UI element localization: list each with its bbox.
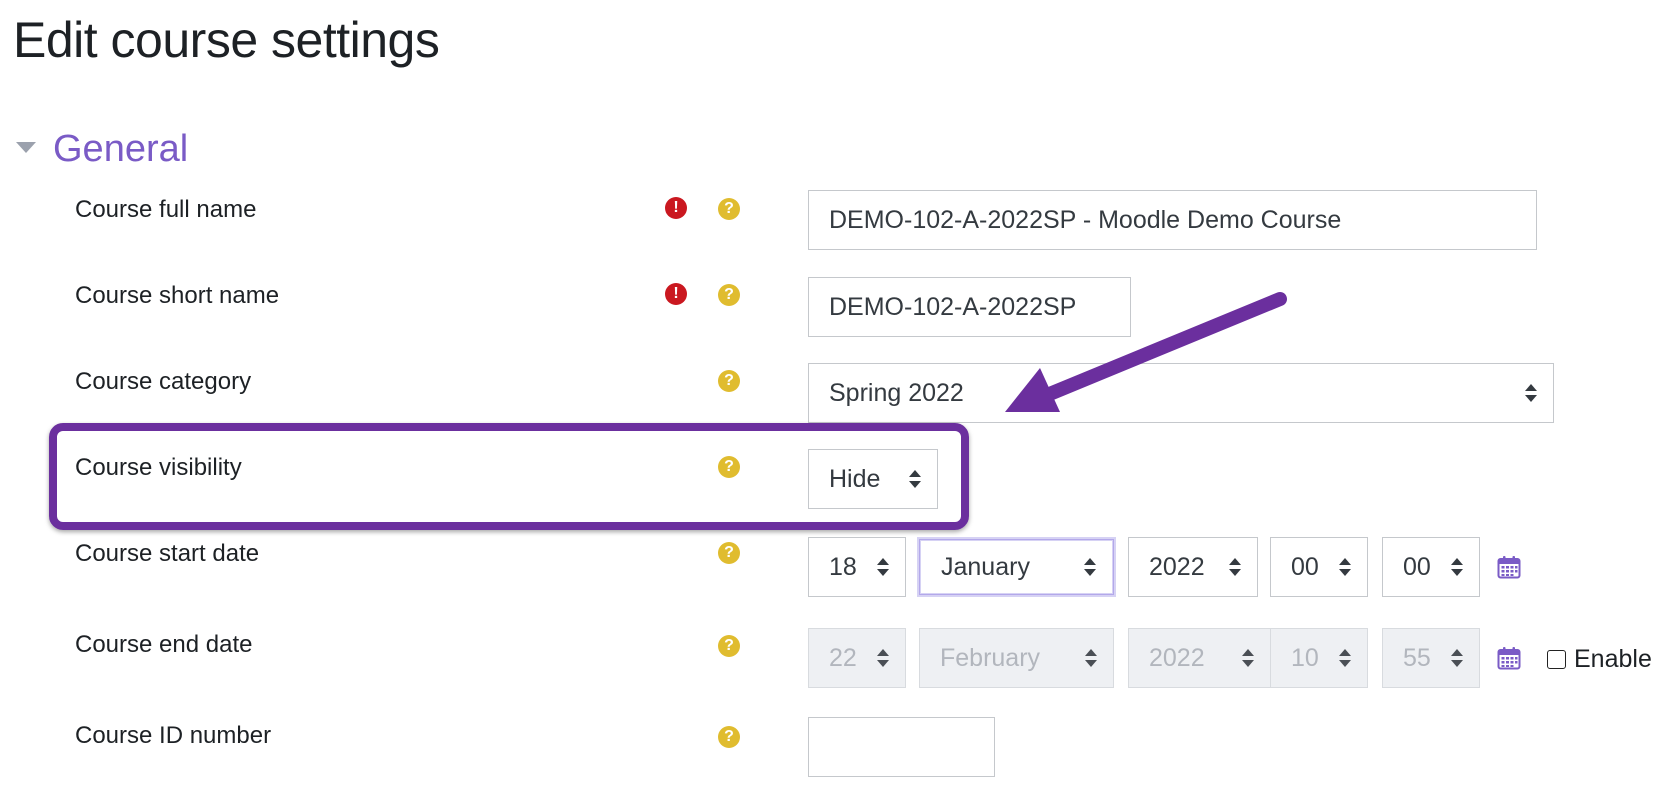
sort-arrows-icon	[1451, 649, 1463, 667]
visibility-label: Course visibility	[75, 454, 242, 481]
idnumber-label: Course ID number	[75, 722, 272, 749]
start-year-select[interactable]: 2022	[1128, 537, 1258, 597]
shortname-label: Course short name	[75, 282, 280, 309]
sort-arrows-icon	[1085, 649, 1097, 667]
visibility-select[interactable]: Hide	[808, 449, 938, 509]
start-year-value: 2022	[1149, 552, 1205, 581]
category-select[interactable]: Spring 2022	[808, 363, 1554, 423]
help-icon[interactable]: ?	[718, 456, 740, 478]
help-icon[interactable]: ?	[718, 542, 740, 564]
visibility-value: Hide	[829, 464, 881, 493]
sort-arrows-icon	[1084, 558, 1096, 576]
sort-arrows-icon	[1242, 649, 1254, 667]
startdate-label: Course start date	[75, 540, 260, 567]
help-icon[interactable]: ?	[718, 284, 740, 306]
idnumber-input[interactable]	[808, 717, 995, 777]
end-day-value: 22	[829, 643, 857, 672]
enable-checkbox[interactable]	[1547, 650, 1566, 669]
caret-down-icon[interactable]	[16, 141, 36, 153]
fullname-input[interactable]: DEMO-102-A-2022SP - Moodle Demo Course	[808, 190, 1537, 250]
shortname-input[interactable]: DEMO-102-A-2022SP	[808, 277, 1131, 337]
end-month-value: February	[940, 643, 1041, 672]
sort-arrows-icon	[877, 649, 889, 667]
start-hour-select[interactable]: 00	[1270, 537, 1368, 597]
end-hour-select: 10	[1270, 628, 1368, 688]
enddate-label: Course end date	[75, 631, 253, 658]
required-icon: !	[665, 283, 687, 305]
start-hour-value: 00	[1291, 552, 1319, 581]
help-icon[interactable]: ?	[718, 635, 740, 657]
help-icon[interactable]: ?	[718, 726, 740, 748]
sort-arrows-icon	[1339, 649, 1351, 667]
end-minute-select: 55	[1382, 628, 1480, 688]
general-section-toggle[interactable]: General	[16, 124, 188, 174]
start-day-select[interactable]: 18	[808, 537, 906, 597]
help-icon[interactable]: ?	[718, 198, 740, 220]
sort-arrows-icon	[1525, 384, 1537, 402]
end-year-value: 2022	[1149, 643, 1205, 672]
section-title: General	[53, 128, 189, 170]
sort-arrows-icon	[909, 470, 921, 488]
calendar-icon[interactable]	[1497, 646, 1521, 670]
start-month-value: January	[941, 552, 1030, 581]
page-title: Edit course settings	[13, 12, 440, 68]
fullname-label: Course full name	[75, 196, 257, 223]
end-day-select: 22	[808, 628, 906, 688]
end-hour-value: 10	[1291, 643, 1319, 672]
end-minute-value: 55	[1403, 643, 1431, 672]
start-month-select[interactable]: January	[917, 537, 1116, 597]
sort-arrows-icon	[1339, 558, 1351, 576]
enable-label: Enable	[1574, 645, 1652, 673]
sort-arrows-icon	[1451, 558, 1463, 576]
calendar-icon[interactable]	[1497, 555, 1521, 579]
start-minute-value: 00	[1403, 552, 1431, 581]
end-month-select: February	[919, 628, 1114, 688]
category-value: Spring 2022	[829, 378, 964, 407]
sort-arrows-icon	[877, 558, 889, 576]
required-icon: !	[665, 197, 687, 219]
category-label: Course category	[75, 368, 252, 395]
end-year-select: 2022	[1128, 628, 1271, 688]
sort-arrows-icon	[1229, 558, 1241, 576]
enddate-enable-toggle[interactable]: Enable	[1547, 645, 1652, 674]
start-minute-select[interactable]: 00	[1382, 537, 1480, 597]
start-day-value: 18	[829, 552, 857, 581]
help-icon[interactable]: ?	[718, 370, 740, 392]
